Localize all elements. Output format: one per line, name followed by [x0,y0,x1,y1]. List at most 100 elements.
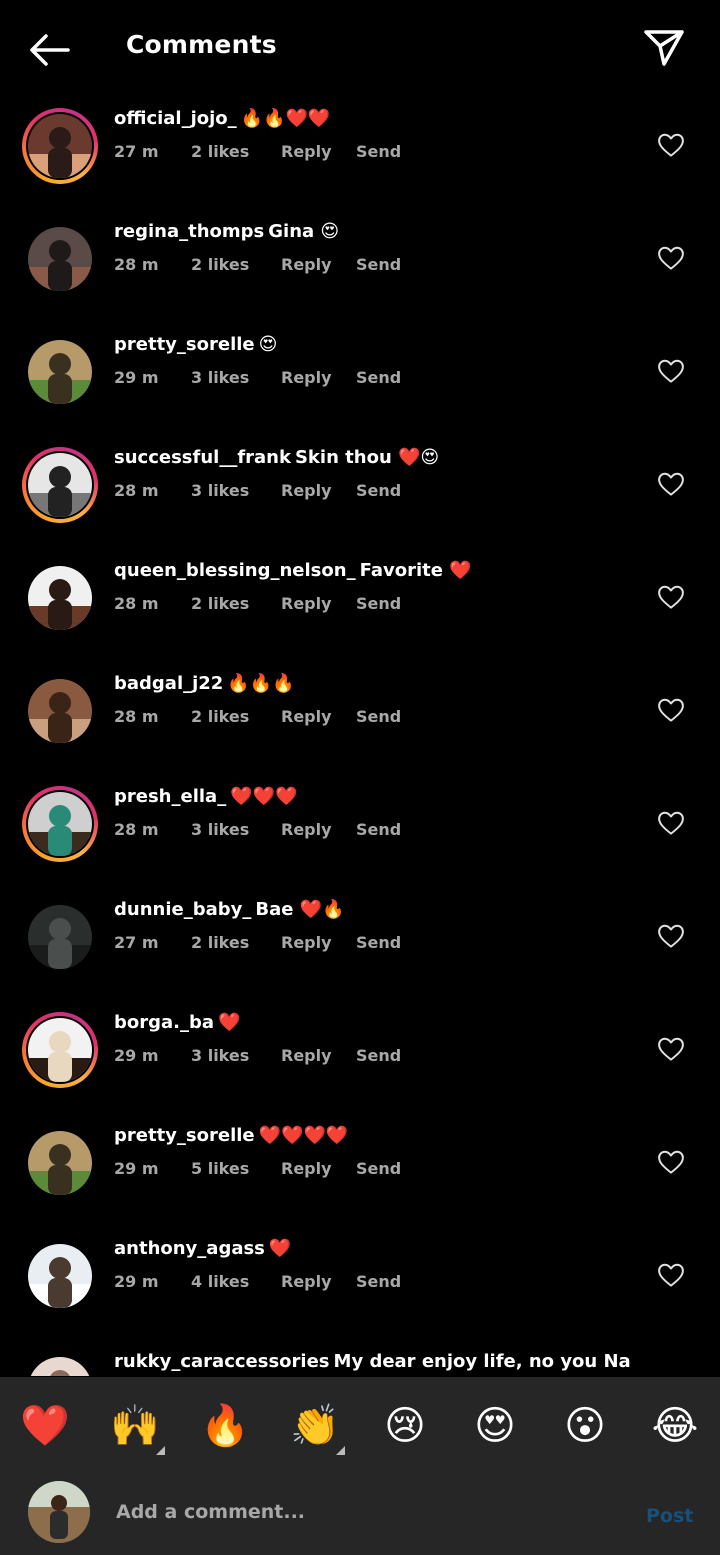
reply-button[interactable]: Reply [281,820,332,839]
back-button[interactable] [26,28,72,72]
like-comment-button[interactable] [656,1034,686,1064]
emoji-reaction-option[interactable]: 🔥 [198,1399,252,1453]
comment-username[interactable]: regina_thomps [114,221,264,242]
skin-tone-indicator-icon [336,1446,345,1455]
commenter-avatar[interactable] [22,334,98,410]
emoji-reaction-option[interactable]: 👏 [288,1399,342,1453]
comment-likes[interactable]: 3 likes [191,820,249,839]
like-comment-button[interactable] [656,808,686,838]
emoji-reaction-option[interactable]: 😢 [378,1399,432,1453]
send-button[interactable]: Send [356,1159,401,1178]
reply-button[interactable]: Reply [281,142,332,161]
reply-button[interactable]: Reply [281,1159,332,1178]
comment-body: Favorite ❤️ [359,560,472,581]
emoji-reaction-option[interactable]: 😂 [648,1399,702,1453]
comment-time: 29 m [114,1046,159,1065]
reply-button[interactable]: Reply [281,594,332,613]
emoji-reaction-option[interactable]: 🙌 [108,1399,162,1453]
reply-button[interactable]: Reply [281,1272,332,1291]
send-button[interactable]: Send [356,820,401,839]
like-comment-button[interactable] [656,921,686,951]
commenter-avatar[interactable] [22,1125,98,1201]
comment-username[interactable]: rukky_caraccessories [114,1351,330,1372]
comment-likes[interactable]: 2 likes [191,933,249,952]
commenter-avatar[interactable] [22,108,98,184]
comment-text-line: anthony_agass ❤️ [114,1238,654,1259]
comment-likes[interactable]: 5 likes [191,1159,249,1178]
comment-username[interactable]: official_jojo_ [114,108,237,129]
like-comment-button[interactable] [656,130,686,160]
comment-row: official_jojo_ 🔥🔥❤️❤️ 27 m 2 likes Reply Send [0,102,720,215]
page-title: Comments [126,30,277,59]
reply-button[interactable]: Reply [281,481,332,500]
comment-username[interactable]: queen_blessing_nelson_ [114,560,356,581]
emoji-reaction-option[interactable]: ❤️ [18,1399,72,1453]
commenter-avatar[interactable] [22,560,98,636]
like-comment-button[interactable] [656,469,686,499]
avatar-image [28,453,92,517]
like-comment-button[interactable] [656,356,686,386]
comment-likes[interactable]: 2 likes [191,142,249,161]
commenter-avatar[interactable] [22,1012,98,1088]
reply-button[interactable]: Reply [281,1046,332,1065]
comment-username[interactable]: badgal_j22 [114,673,223,694]
comment-username[interactable]: anthony_agass [114,1238,265,1259]
like-comment-button[interactable] [656,1260,686,1290]
emoji-reaction-option[interactable]: 😍 [468,1399,522,1453]
comment-likes[interactable]: 2 likes [191,707,249,726]
comment-text-line: dunnie_baby_ Bae ❤️🔥 [114,899,654,920]
comment-likes[interactable]: 2 likes [191,255,249,274]
commenter-avatar[interactable] [22,447,98,523]
comment-text-line: official_jojo_ 🔥🔥❤️❤️ [114,108,654,129]
comment-username[interactable]: successful__frank [114,447,291,468]
comment-username[interactable]: borga._ba [114,1012,214,1033]
commenter-avatar[interactable] [22,221,98,297]
comment-likes[interactable]: 2 likes [191,594,249,613]
comment-likes[interactable]: 3 likes [191,481,249,500]
share-button[interactable] [640,26,688,70]
commenter-avatar[interactable] [22,673,98,749]
send-button[interactable]: Send [356,707,401,726]
like-comment-button[interactable] [656,1147,686,1177]
emoji-reaction-bar: ❤️ 🙌 🔥 👏 😢 😍 😮 😂 [0,1377,720,1473]
like-comment-button[interactable] [656,582,686,612]
commenter-avatar[interactable] [22,899,98,975]
comment-time: 29 m [114,1272,159,1291]
send-button[interactable]: Send [356,594,401,613]
send-button[interactable]: Send [356,368,401,387]
avatar-image [28,1018,92,1082]
comment-likes[interactable]: 4 likes [191,1272,249,1291]
like-comment-button[interactable] [656,695,686,725]
send-button[interactable]: Send [356,142,401,161]
commenter-avatar[interactable] [22,1238,98,1314]
like-comment-button[interactable] [656,1373,686,1376]
comment-username[interactable]: dunnie_baby_ [114,899,251,920]
like-comment-button[interactable] [656,243,686,273]
reply-button[interactable]: Reply [281,255,332,274]
send-button[interactable]: Send [356,1272,401,1291]
send-button[interactable]: Send [356,933,401,952]
comment-likes[interactable]: 3 likes [191,368,249,387]
avatar-image [28,1357,92,1376]
reply-button[interactable]: Reply [281,933,332,952]
send-button[interactable]: Send [356,255,401,274]
comment-list[interactable]: official_jojo_ 🔥🔥❤️❤️ 27 m 2 likes Reply Send… [0,96,720,1376]
post-button[interactable]: Post [646,1505,693,1527]
comment-username[interactable]: pretty_sorelle [114,334,255,355]
skin-tone-indicator-icon [156,1446,165,1455]
avatar-image [28,905,92,969]
send-button[interactable]: Send [356,1046,401,1065]
commenter-avatar[interactable] [22,786,98,862]
comment-input[interactable] [114,1493,618,1531]
comment-composer: Post [0,1473,720,1555]
send-button[interactable]: Send [356,481,401,500]
comment-username[interactable]: presh_ella_ [114,786,226,807]
comment-likes[interactable]: 3 likes [191,1046,249,1065]
reply-button[interactable]: Reply [281,368,332,387]
commenter-avatar[interactable] [22,1351,98,1376]
reply-button[interactable]: Reply [281,707,332,726]
avatar-image [28,227,92,291]
comment-username[interactable]: pretty_sorelle [114,1125,255,1146]
emoji-reaction-option[interactable]: 😮 [558,1399,612,1453]
comment-row: badgal_j22 🔥🔥🔥 28 m 2 likes Reply Send [0,667,720,780]
